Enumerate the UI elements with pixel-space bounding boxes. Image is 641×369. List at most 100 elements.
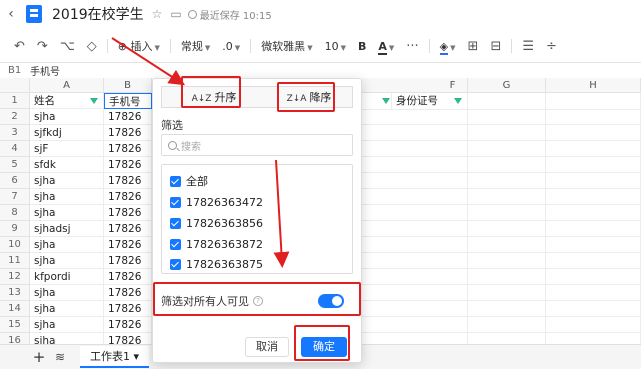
table-cell-phone[interactable]: 17826 [104,173,152,189]
table-cell[interactable] [362,189,468,205]
table-cell-phone[interactable]: 17826 [104,317,152,333]
row-header[interactable]: 6 [0,173,30,189]
table-cell-name[interactable]: sjha [30,285,104,301]
table-cell[interactable] [468,285,546,301]
cancel-button[interactable]: 取消 [245,337,289,357]
filter-icon-cell-e[interactable] [362,93,392,110]
table-cell[interactable] [362,173,468,189]
undo-icon[interactable]: ↶ [8,39,31,54]
corner-header[interactable] [0,78,30,93]
header-cell-g[interactable] [468,93,546,110]
table-cell-name[interactable]: sjha [30,109,104,125]
font-dropdown[interactable]: 微软雅黑 ▼ [255,38,318,54]
filter-option[interactable]: 17826363856 [170,215,263,231]
row-header[interactable]: 15 [0,317,30,333]
table-cell[interactable] [468,253,546,269]
table-cell[interactable] [546,189,641,205]
table-cell[interactable] [362,253,468,269]
table-cell[interactable] [546,205,641,221]
table-cell[interactable] [546,125,641,141]
row-header[interactable]: 1 [0,93,30,109]
font-size-dropdown[interactable]: 10 ▼ [319,40,352,53]
row-header[interactable]: 7 [0,189,30,205]
table-cell-phone[interactable]: 17826 [104,109,152,125]
table-cell[interactable] [362,125,468,141]
table-cell-name[interactable]: sjha [30,173,104,189]
redo-icon[interactable]: ↷ [31,39,54,54]
back-icon[interactable]: ‹ [0,6,22,22]
table-cell[interactable] [468,205,546,221]
column-header-f[interactable]: F [362,78,468,93]
document-title[interactable]: 2019在校学生 [52,4,144,24]
table-cell[interactable] [546,221,641,237]
table-cell[interactable] [546,173,641,189]
table-cell-phone[interactable]: 17826 [104,189,152,205]
table-cell[interactable] [546,285,641,301]
borders-icon[interactable]: ⊞ [462,39,485,54]
filter-option-all[interactable]: 全部 [170,173,208,189]
merge-icon[interactable]: ⊟ [484,39,507,54]
table-cell[interactable] [546,253,641,269]
table-cell-name[interactable]: sjha [30,317,104,333]
row-header[interactable]: 8 [0,205,30,221]
table-cell[interactable] [468,301,546,317]
column-header-g[interactable]: G [468,78,546,93]
table-cell[interactable] [468,157,546,173]
table-cell[interactable] [468,221,546,237]
table-cell[interactable] [362,141,468,157]
row-header[interactable]: 13 [0,285,30,301]
table-cell[interactable] [546,317,641,333]
folder-icon[interactable]: ▭ [170,7,181,21]
checkbox-checked-icon[interactable] [170,258,181,270]
table-cell-phone[interactable]: 17826 [104,269,152,285]
align-icon[interactable]: ☰ [516,39,540,54]
add-sheet-icon[interactable]: + [28,348,50,366]
filter-search-input[interactable]: 搜索 [161,134,353,156]
table-cell[interactable] [468,109,546,125]
table-cell-name[interactable]: kfpordi [30,269,104,285]
table-cell-name[interactable]: sjfkdj [30,125,104,141]
row-header[interactable]: 12 [0,269,30,285]
table-cell-name[interactable]: sjha [30,301,104,317]
table-cell-name[interactable]: sfdk [30,157,104,173]
row-header[interactable]: 4 [0,141,30,157]
table-cell[interactable] [546,301,641,317]
table-cell-phone[interactable]: 17826 [104,157,152,173]
checkbox-checked-icon[interactable] [170,196,181,208]
table-cell[interactable] [468,173,546,189]
row-header[interactable]: 5 [0,157,30,173]
row-header[interactable]: 3 [0,125,30,141]
table-cell[interactable] [546,269,641,285]
table-cell[interactable] [362,269,468,285]
sheet-tab[interactable]: 工作表1 ▾ [80,346,150,368]
decimal-dropdown[interactable]: .0 ▼ [216,40,246,53]
clear-format-icon[interactable]: ◇ [81,39,103,54]
more-icon[interactable]: ··· [400,39,424,54]
star-icon[interactable]: ☆ [152,7,163,21]
table-cell-phone[interactable]: 17826 [104,253,152,269]
table-cell-phone[interactable]: 17826 [104,237,152,253]
column-header-b[interactable]: B [104,78,152,93]
insert-button[interactable]: ⊕ 插入 ▼ [112,38,166,54]
table-cell[interactable] [362,317,468,333]
row-header[interactable]: 9 [0,221,30,237]
bold-button[interactable]: B [352,40,372,53]
table-cell-phone[interactable]: 17826 [104,125,152,141]
table-cell-name[interactable]: sjha [30,205,104,221]
row-header[interactable]: 2 [0,109,30,125]
header-cell-h[interactable] [546,93,641,110]
table-cell-name[interactable]: sjha [30,237,104,253]
filter-icon[interactable] [90,98,98,104]
formula-input[interactable]: 手机号 [30,63,60,78]
checkbox-checked-icon[interactable] [170,217,181,229]
table-cell[interactable] [468,317,546,333]
table-cell-phone[interactable]: 17826 [104,301,152,317]
fill-color-button[interactable]: ◈ ▼ [434,39,462,55]
row-header[interactable]: 11 [0,253,30,269]
table-cell[interactable] [362,221,468,237]
filter-option[interactable]: 17826363875 [170,256,263,272]
number-format-dropdown[interactable]: 常规 ▼ [175,38,216,54]
table-cell[interactable] [362,157,468,173]
filter-option[interactable]: 17826363472 [170,194,263,210]
filter-icon[interactable] [382,98,390,104]
